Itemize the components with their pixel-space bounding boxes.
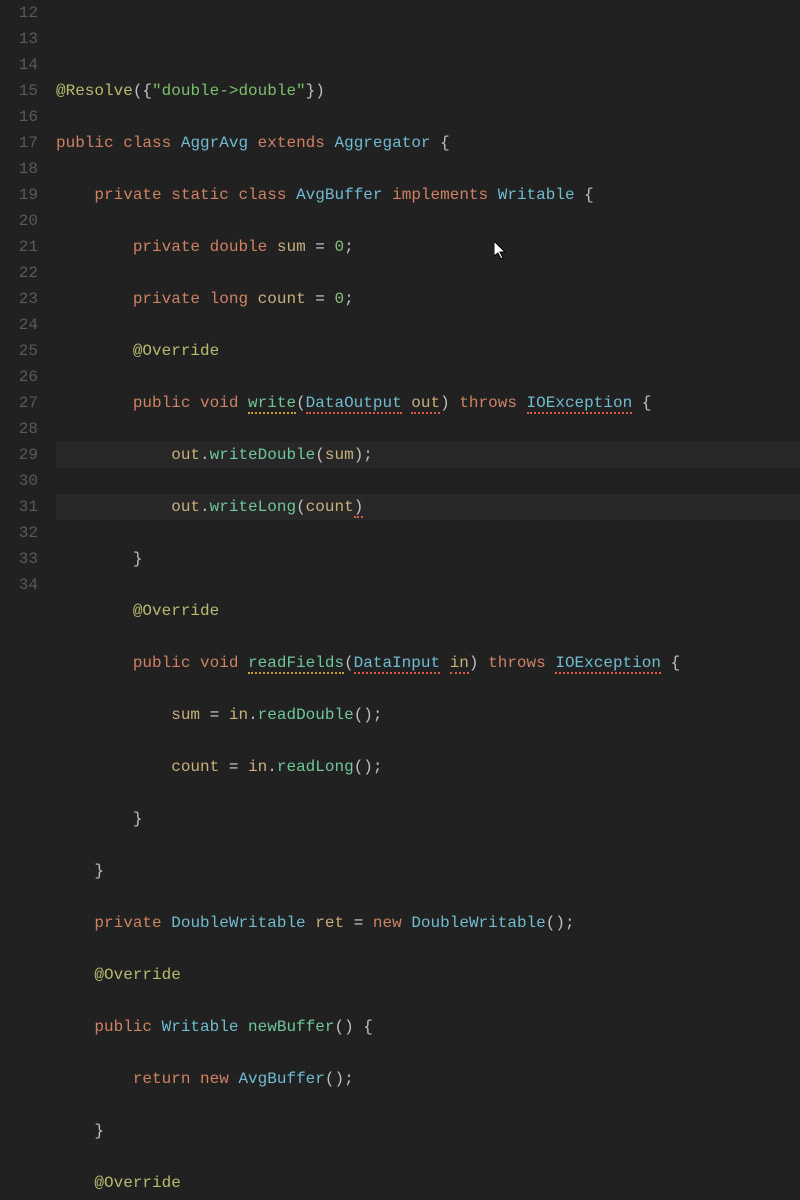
code-line[interactable]: @Override — [56, 962, 800, 988]
line-number: 12 — [0, 0, 38, 26]
line-number: 22 — [0, 260, 38, 286]
code-line[interactable]: private static class AvgBuffer implement… — [56, 182, 800, 208]
line-number-gutter: 12 13 14 15 16 17 18 19 20 21 22 23 24 2… — [0, 0, 56, 600]
code-editor[interactable]: 12 13 14 15 16 17 18 19 20 21 22 23 24 2… — [0, 0, 800, 600]
line-number: 19 — [0, 182, 38, 208]
code-line[interactable] — [56, 26, 800, 52]
code-line[interactable]: out.writeDouble(sum); — [56, 442, 800, 468]
line-number: 14 — [0, 52, 38, 78]
line-number: 17 — [0, 130, 38, 156]
code-line[interactable]: @Override — [56, 598, 800, 624]
code-line[interactable]: @Override — [56, 1170, 800, 1196]
code-line[interactable]: return new AvgBuffer(); — [56, 1066, 800, 1092]
code-area[interactable]: @Resolve({"double->double"}) public clas… — [56, 0, 800, 600]
line-number: 34 — [0, 572, 38, 598]
code-line[interactable]: out.writeLong(count) — [56, 494, 800, 520]
line-number: 32 — [0, 520, 38, 546]
code-line[interactable]: public class AggrAvg extends Aggregator … — [56, 130, 800, 156]
line-number: 29 — [0, 442, 38, 468]
code-line[interactable]: private double sum = 0; — [56, 234, 800, 260]
line-number: 21 — [0, 234, 38, 260]
code-line[interactable]: public Writable newBuffer() { — [56, 1014, 800, 1040]
code-line[interactable]: private DoubleWritable ret = new DoubleW… — [56, 910, 800, 936]
line-number: 31 — [0, 494, 38, 520]
code-line[interactable]: public void readFields(DataInput in) thr… — [56, 650, 800, 676]
line-number: 30 — [0, 468, 38, 494]
code-line[interactable]: } — [56, 546, 800, 572]
line-number: 33 — [0, 546, 38, 572]
line-number: 23 — [0, 286, 38, 312]
line-number: 24 — [0, 312, 38, 338]
line-number: 25 — [0, 338, 38, 364]
code-line[interactable]: private long count = 0; — [56, 286, 800, 312]
code-line[interactable]: } — [56, 1118, 800, 1144]
code-line[interactable]: } — [56, 806, 800, 832]
code-line[interactable]: count = in.readLong(); — [56, 754, 800, 780]
line-number: 16 — [0, 104, 38, 130]
code-line[interactable]: @Resolve({"double->double"}) — [56, 78, 800, 104]
line-number: 13 — [0, 26, 38, 52]
code-line[interactable]: } — [56, 858, 800, 884]
code-line[interactable]: @Override — [56, 338, 800, 364]
line-number: 26 — [0, 364, 38, 390]
code-line[interactable]: sum = in.readDouble(); — [56, 702, 800, 728]
line-number: 18 — [0, 156, 38, 182]
line-number: 15 — [0, 78, 38, 104]
line-number: 20 — [0, 208, 38, 234]
code-line[interactable]: public void write(DataOutput out) throws… — [56, 390, 800, 416]
line-number: 27 — [0, 390, 38, 416]
line-number: 28 — [0, 416, 38, 442]
